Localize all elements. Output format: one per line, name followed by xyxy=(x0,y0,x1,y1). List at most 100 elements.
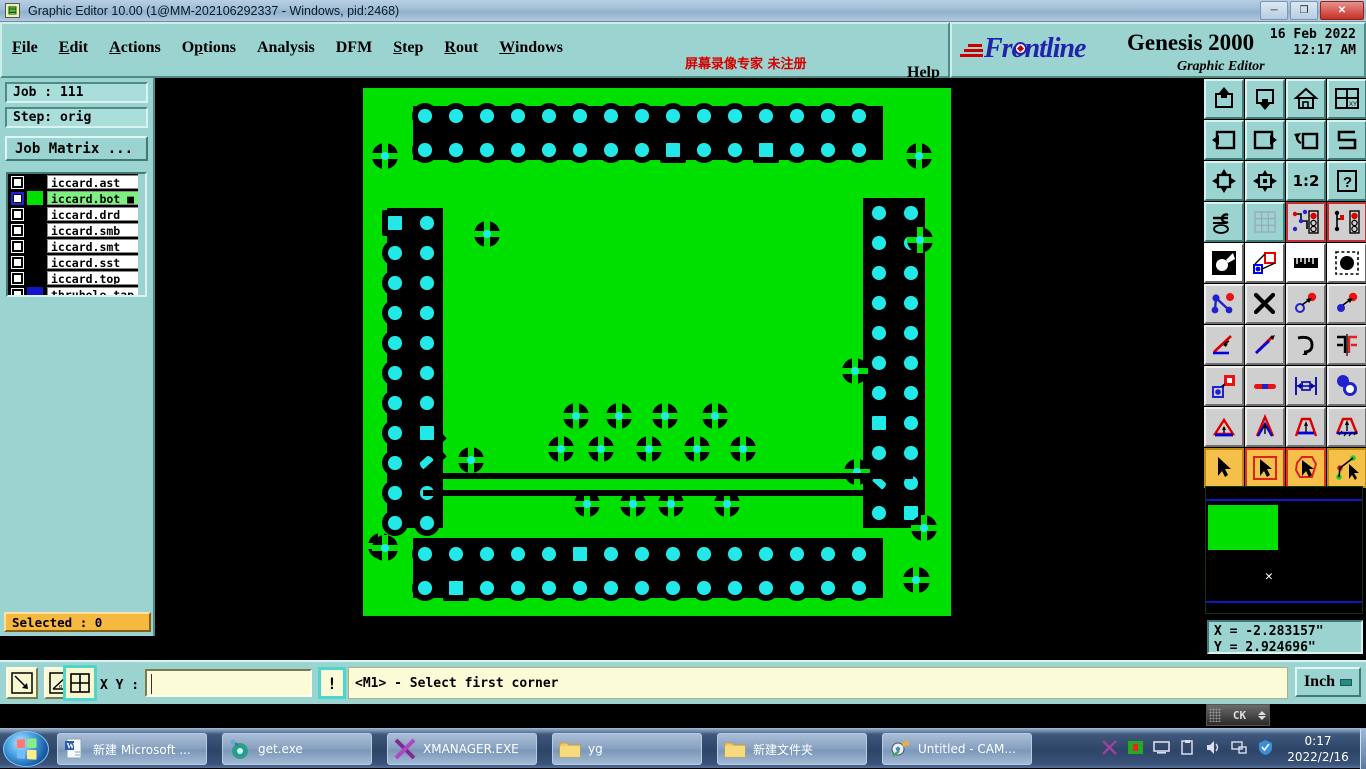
import-down-button[interactable] xyxy=(1245,79,1285,119)
cursor-box-select-button[interactable] xyxy=(1245,448,1285,488)
network-icon[interactable] xyxy=(1231,739,1248,756)
line-extend-button[interactable] xyxy=(1245,325,1285,365)
layer-row[interactable]: iccard.top xyxy=(8,270,145,286)
zoom-center-button[interactable] xyxy=(1245,161,1285,201)
drag-handle-icon[interactable] xyxy=(1209,708,1221,722)
cursor-poly-select-button[interactable] xyxy=(1286,448,1326,488)
cursor-arrow-button[interactable] xyxy=(1204,448,1244,488)
layer-visibility-checkbox[interactable] xyxy=(11,287,24,295)
mirror-button[interactable] xyxy=(1327,325,1366,365)
layer-list-scrollbar[interactable] xyxy=(138,174,145,295)
chamfer-small-button[interactable] xyxy=(1204,407,1244,447)
layer-visibility-checkbox[interactable] xyxy=(11,239,24,253)
xy-input[interactable] xyxy=(145,669,312,697)
menu-step[interactable]: Step xyxy=(393,39,423,57)
clipboard-icon[interactable] xyxy=(1179,739,1196,756)
taskbar-clock[interactable]: 0:17 2022/2/16 xyxy=(1278,733,1358,765)
layer-name[interactable]: iccard.smt xyxy=(47,239,141,253)
delete-x-button[interactable] xyxy=(1245,284,1285,324)
layer-visibility-checkbox[interactable] xyxy=(11,223,24,237)
layer-color-swatch[interactable] xyxy=(27,239,43,253)
layer-panel-right-button[interactable] xyxy=(1327,202,1366,242)
restore-button[interactable]: ❐ xyxy=(1290,1,1318,20)
chamfer-peak-button[interactable] xyxy=(1245,407,1285,447)
ime-status-widget[interactable]: CK xyxy=(1206,704,1270,726)
pan-right-button[interactable] xyxy=(1245,120,1285,160)
net-connect-button[interactable] xyxy=(1204,284,1244,324)
layer-color-swatch[interactable] xyxy=(27,255,43,269)
chamfer-break-button[interactable] xyxy=(1327,407,1366,447)
line-shrink-button[interactable] xyxy=(1204,325,1244,365)
show-desktop-button[interactable] xyxy=(1360,729,1366,769)
menu-options[interactable]: Options xyxy=(182,39,236,57)
taskbar-button[interactable]: W 新建 Microsoft ... xyxy=(57,733,207,765)
measure-gap-button[interactable] xyxy=(1286,366,1326,406)
layer-row[interactable]: iccard.drd xyxy=(8,206,145,222)
layer-name[interactable]: thruhole.tap xyxy=(47,287,141,295)
layer-color-swatch[interactable] xyxy=(27,207,43,221)
job-matrix-button[interactable]: Job Matrix ... xyxy=(5,136,148,161)
zoom-fit-button[interactable] xyxy=(1204,161,1244,201)
menu-analysis[interactable]: Analysis xyxy=(257,39,315,57)
shield-icon[interactable] xyxy=(1257,739,1274,756)
volume-icon[interactable] xyxy=(1205,739,1222,756)
menu-edit[interactable]: Edit xyxy=(59,39,88,57)
quadrant-xy-button[interactable]: XY xyxy=(1327,79,1366,119)
layer-color-swatch[interactable] xyxy=(27,175,43,189)
scale-1-2-button[interactable]: 1:2 xyxy=(1286,161,1326,201)
taskbar-button[interactable]: yg xyxy=(552,733,702,765)
preview-pane[interactable]: ✕ xyxy=(1205,486,1363,614)
minimize-button[interactable]: ─ xyxy=(1260,1,1288,20)
taskbar-button[interactable]: 新建文件夹 xyxy=(717,733,867,765)
layer-visibility-checkbox[interactable] xyxy=(11,207,24,221)
layer-name[interactable]: iccard.top xyxy=(47,271,141,285)
taskbar-button[interactable]: get.exe xyxy=(222,733,372,765)
display-icon[interactable] xyxy=(1153,739,1170,756)
tools-palette-button[interactable] xyxy=(1204,202,1244,242)
layer-list[interactable]: iccard.ast iccard.bot ■ iccard.drd iccard.s… xyxy=(6,172,147,297)
layer-panel-left-button[interactable] xyxy=(1286,202,1326,242)
help-question-button[interactable]: ? xyxy=(1327,161,1366,201)
undo-zoom-button[interactable] xyxy=(1286,120,1326,160)
pad-select-button[interactable] xyxy=(1204,243,1244,283)
chamfer-flat-button[interactable] xyxy=(1286,407,1326,447)
layer-row[interactable]: iccard.ast xyxy=(8,174,145,190)
menu-actions[interactable]: Actions xyxy=(109,39,161,57)
alert-button[interactable]: ! xyxy=(318,667,346,699)
taskbar-button[interactable]: XMANAGER.EXE xyxy=(387,733,537,765)
pan-left-button[interactable] xyxy=(1204,120,1244,160)
menu-dfm[interactable]: DFM xyxy=(336,39,372,57)
layer-visibility-checkbox[interactable] xyxy=(11,191,24,205)
layer-visibility-checkbox[interactable] xyxy=(11,255,24,269)
diagonal-arrow-mode-button[interactable] xyxy=(6,667,38,699)
split-line-button[interactable] xyxy=(1245,366,1285,406)
layer-row[interactable]: iccard.smt xyxy=(8,238,145,254)
layer-color-swatch[interactable] xyxy=(27,271,43,285)
move-point-button[interactable] xyxy=(1327,284,1366,324)
layer-name[interactable]: iccard.ast xyxy=(47,175,141,189)
layer-row[interactable]: iccard.smb xyxy=(8,222,145,238)
green-red-tray-icon[interactable] xyxy=(1127,739,1144,756)
pcb-canvas[interactable] xyxy=(155,78,1203,636)
layer-color-swatch[interactable] xyxy=(27,223,43,237)
shape-select-button[interactable] xyxy=(1245,243,1285,283)
menu-rout[interactable]: Rout xyxy=(444,39,478,57)
unit-selector[interactable]: Inch xyxy=(1295,667,1361,697)
taskbar-button[interactable]: Untitled - CAM... xyxy=(882,733,1032,765)
resize-shape-button[interactable] xyxy=(1204,366,1244,406)
dotted-circle-button[interactable] xyxy=(1327,243,1366,283)
close-button[interactable]: ✕ xyxy=(1320,1,1364,20)
export-up-button[interactable] xyxy=(1204,79,1244,119)
layer-name[interactable]: iccard.bot ■ xyxy=(47,191,141,205)
layer-color-swatch[interactable] xyxy=(27,191,43,205)
layer-name[interactable]: iccard.sst xyxy=(47,255,141,269)
copy-move-button[interactable] xyxy=(1286,284,1326,324)
start-button[interactable] xyxy=(3,731,49,767)
ruler-button[interactable] xyxy=(1286,243,1326,283)
layer-name[interactable]: iccard.drd xyxy=(47,207,141,221)
layer-row[interactable]: thruhole.tap xyxy=(8,286,145,295)
layer-visibility-checkbox[interactable] xyxy=(11,175,24,189)
layer-row[interactable]: iccard.sst xyxy=(8,254,145,270)
merge-shapes-button[interactable] xyxy=(1327,366,1366,406)
layer-visibility-checkbox[interactable] xyxy=(11,271,24,285)
